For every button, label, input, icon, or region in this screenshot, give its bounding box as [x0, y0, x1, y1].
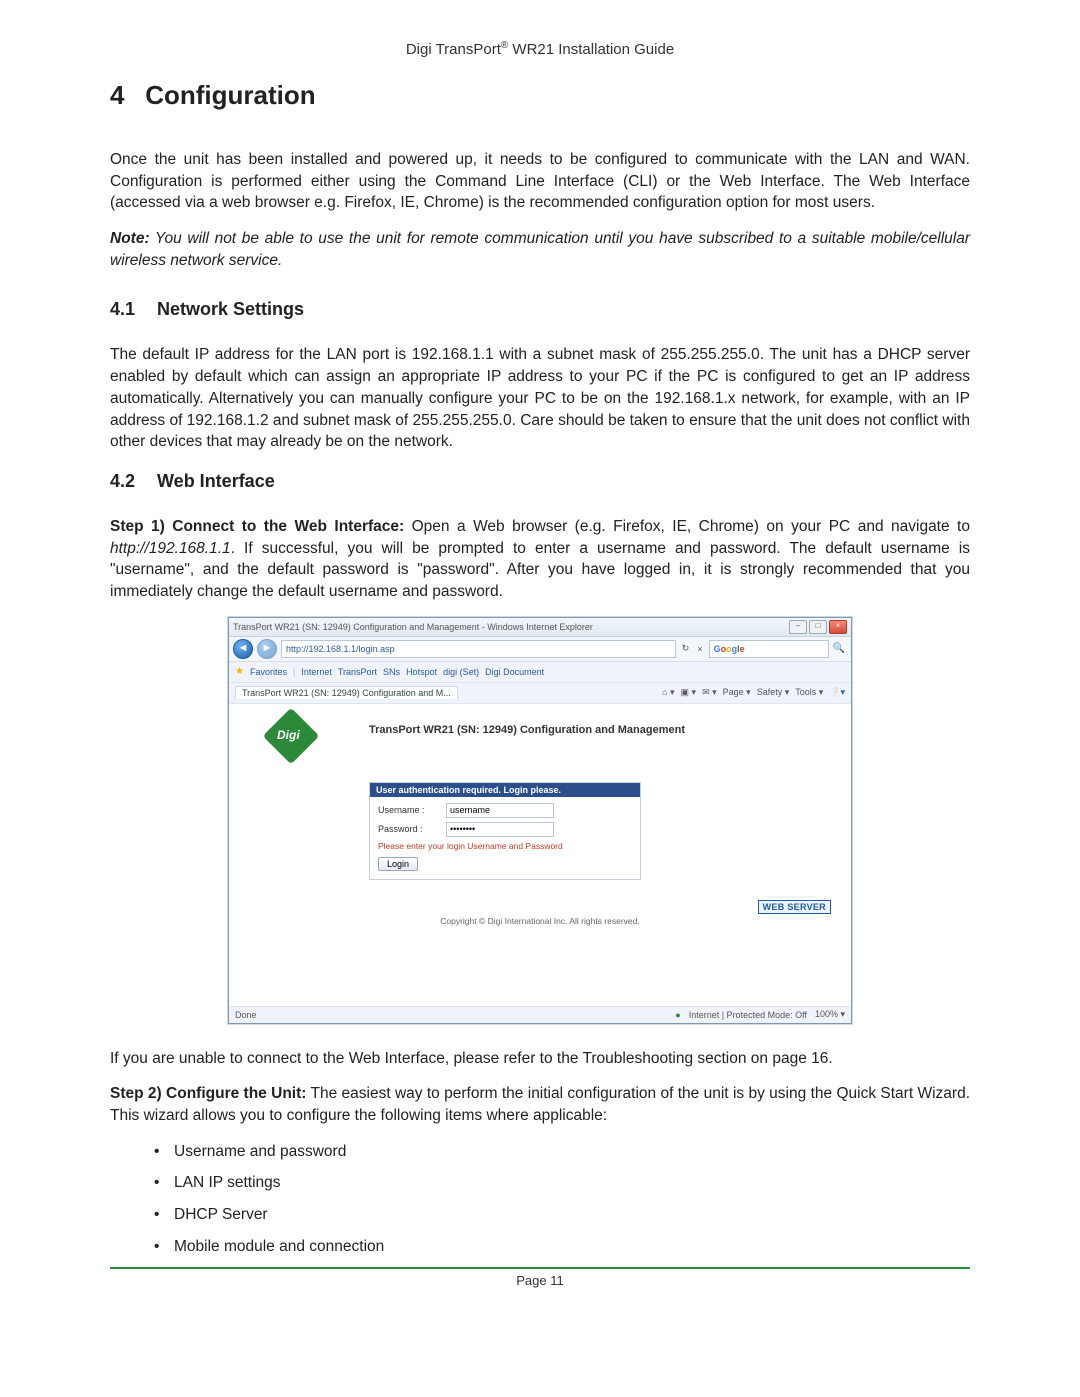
subsection-4-1-title: 4.1 Network Settings	[110, 299, 970, 320]
step2-label: Step 2) Configure the Unit:	[110, 1085, 306, 1102]
status-mode: Internet | Protected Mode: Off	[689, 1010, 807, 1020]
ie-favorites-bar: ★ Favorites | Internet TransPort SNs Hot…	[229, 662, 851, 683]
ie-window-title: TransPort WR21 (SN: 12949) Configuration…	[233, 622, 593, 632]
section-note: Note: You will not be able to use the un…	[110, 228, 970, 271]
wizard-items-list: Username and password LAN IP settings DH…	[154, 1141, 970, 1258]
mail-icon[interactable]: ✉ ▾	[702, 687, 717, 698]
sub42-number: 4.2	[110, 471, 152, 492]
step2-paragraph: Step 2) Configure the Unit: The easiest …	[110, 1083, 970, 1126]
doc-header: Digi TransPort® WR21 Installation Guide	[110, 40, 970, 58]
login-panel: User authentication required. Login plea…	[369, 782, 641, 880]
status-left: Done	[235, 1010, 257, 1020]
list-item: LAN IP settings	[154, 1172, 970, 1194]
sub41-body: The default IP address for the LAN port …	[110, 344, 970, 452]
favorites-label[interactable]: Favorites	[250, 667, 287, 677]
subsection-4-2-title: 4.2 Web Interface	[110, 471, 970, 492]
zoom-control[interactable]: 100% ▾	[815, 1009, 845, 1020]
step1-paragraph: Step 1) Connect to the Web Interface: Op…	[110, 516, 970, 603]
sub41-name: Network Settings	[157, 299, 304, 319]
ie-content-area: Digi TransPort WR21 (SN: 12949) Configur…	[229, 704, 851, 1006]
login-screenshot: TransPort WR21 (SN: 12949) Configuration…	[110, 617, 970, 1024]
note-label: Note:	[110, 230, 150, 247]
browser-tab[interactable]: TransPort WR21 (SN: 12949) Configuration…	[235, 686, 458, 699]
ie-status-bar: Done ● Internet | Protected Mode: Off 10…	[229, 1006, 851, 1023]
header-prefix: Digi TransPort	[406, 41, 501, 58]
favorites-star-icon[interactable]: ★	[235, 666, 244, 677]
refresh-icon[interactable]: ↻	[680, 643, 692, 654]
url-text: http://192.168.1.1/login.asp	[286, 644, 395, 654]
feeds-icon[interactable]: ▣ ▾	[681, 687, 697, 698]
login-warning: Please enter your login Username and Pas…	[378, 841, 632, 851]
favlink-5[interactable]: Digi Document	[485, 667, 544, 677]
toolbar-page[interactable]: Page ▾	[723, 687, 751, 698]
ie-command-bar: ⌂ ▾ ▣ ▾ ✉ ▾ Page ▾ Safety ▾ Tools ▾ ❔▾	[662, 687, 845, 698]
maximize-button[interactable]: □	[809, 620, 827, 634]
sub42-name: Web Interface	[157, 471, 275, 491]
browser-search-input[interactable]: Google Google	[709, 640, 829, 658]
help-icon[interactable]: ❔▾	[829, 687, 845, 698]
toolbar-safety[interactable]: Safety ▾	[757, 687, 790, 698]
username-input[interactable]	[446, 803, 554, 818]
login-panel-header: User authentication required. Login plea…	[370, 783, 640, 797]
content-copyright: Copyright © Digi International Inc. All …	[243, 916, 837, 926]
step1-label: Step 1) Connect to the Web Interface:	[110, 518, 404, 535]
close-button[interactable]: ×	[829, 620, 847, 634]
section-intro: Once the unit has been installed and pow…	[110, 149, 970, 214]
ie-address-bar: ◄ ► http://192.168.1.1/login.asp ↻ × Goo…	[229, 637, 851, 662]
list-item: Username and password	[154, 1141, 970, 1163]
google-logo-icon: Google	[714, 644, 745, 654]
back-button[interactable]: ◄	[233, 639, 253, 659]
favlink-3[interactable]: Hotspot	[406, 667, 437, 677]
forward-button[interactable]: ►	[257, 639, 277, 659]
login-button[interactable]: Login	[378, 857, 418, 871]
home-icon[interactable]: ⌂ ▾	[662, 687, 674, 698]
web-server-badge: WEB SERVER	[758, 900, 831, 914]
step1-b: . If successful, you will be prompted to…	[110, 540, 970, 600]
username-label: Username :	[378, 805, 438, 815]
section-4-title: 4 Configuration	[110, 80, 970, 111]
note-body: You will not be able to use the unit for…	[110, 230, 970, 269]
digi-logo-icon: Digi	[271, 716, 315, 752]
favlink-4[interactable]: digi (Set)	[443, 667, 479, 677]
page-number: Page 11	[110, 1273, 970, 1288]
favlink-2[interactable]: SNs	[383, 667, 400, 677]
section-name: Configuration	[145, 80, 315, 110]
password-label: Password :	[378, 824, 438, 834]
search-icon[interactable]: 🔍	[833, 643, 845, 654]
stop-icon[interactable]: ×	[695, 644, 704, 654]
internet-zone-icon: ●	[675, 1010, 680, 1020]
step1-url: http://192.168.1.1	[110, 540, 231, 557]
list-item: DHCP Server	[154, 1204, 970, 1226]
favlink-1[interactable]: TransPort	[338, 667, 377, 677]
list-item: Mobile module and connection	[154, 1236, 970, 1258]
ie-window: TransPort WR21 (SN: 12949) Configuration…	[228, 617, 852, 1024]
section-number: 4	[110, 80, 138, 111]
content-page-heading: TransPort WR21 (SN: 12949) Configuration…	[369, 724, 685, 736]
url-input[interactable]: http://192.168.1.1/login.asp	[281, 640, 676, 658]
header-suffix: WR21 Installation Guide	[508, 41, 674, 58]
step1-a: Open a Web browser (e.g. Firefox, IE, Ch…	[404, 518, 970, 535]
minimize-button[interactable]: –	[789, 620, 807, 634]
footer-rule	[110, 1267, 970, 1269]
password-input[interactable]	[446, 822, 554, 837]
toolbar-tools[interactable]: Tools ▾	[795, 687, 823, 698]
favlink-0[interactable]: Internet	[301, 667, 332, 677]
ie-titlebar: TransPort WR21 (SN: 12949) Configuration…	[229, 618, 851, 637]
after-screenshot-text: If you are unable to connect to the Web …	[110, 1048, 970, 1070]
sub41-number: 4.1	[110, 299, 152, 320]
ie-tab-bar: TransPort WR21 (SN: 12949) Configuration…	[229, 683, 851, 704]
digi-logo-text: Digi	[277, 728, 300, 742]
